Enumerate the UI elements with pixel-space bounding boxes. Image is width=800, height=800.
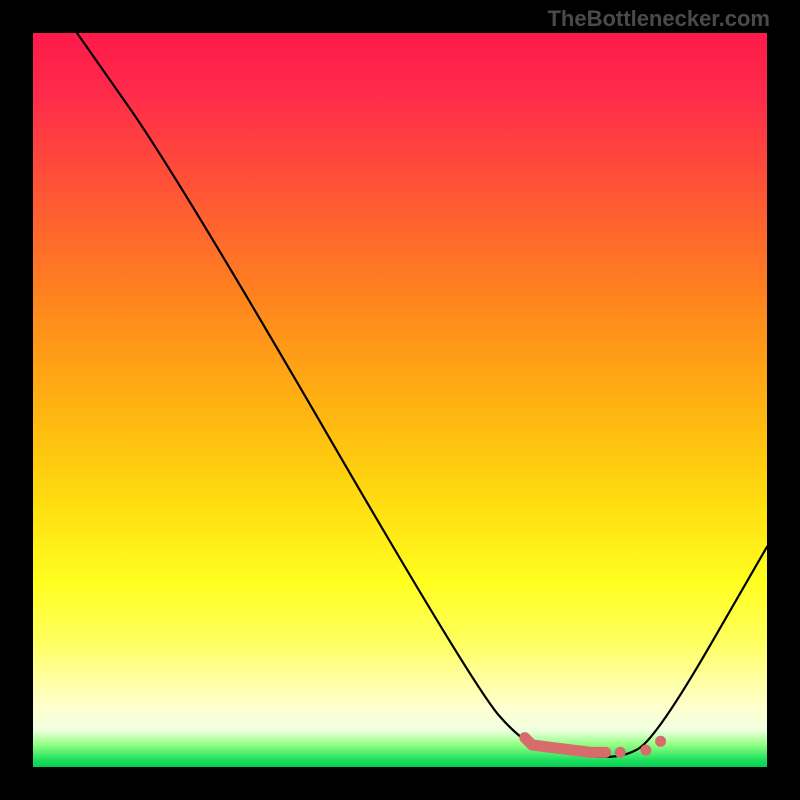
attribution-label: TheBottlenecker.com	[547, 6, 770, 32]
plot-area	[33, 33, 767, 767]
highlight-dot	[640, 745, 651, 756]
highlight-dot	[655, 736, 666, 747]
main-curve	[77, 33, 767, 757]
chart-svg	[33, 33, 767, 767]
highlight-segment	[525, 736, 666, 758]
highlight-dot	[615, 747, 626, 758]
